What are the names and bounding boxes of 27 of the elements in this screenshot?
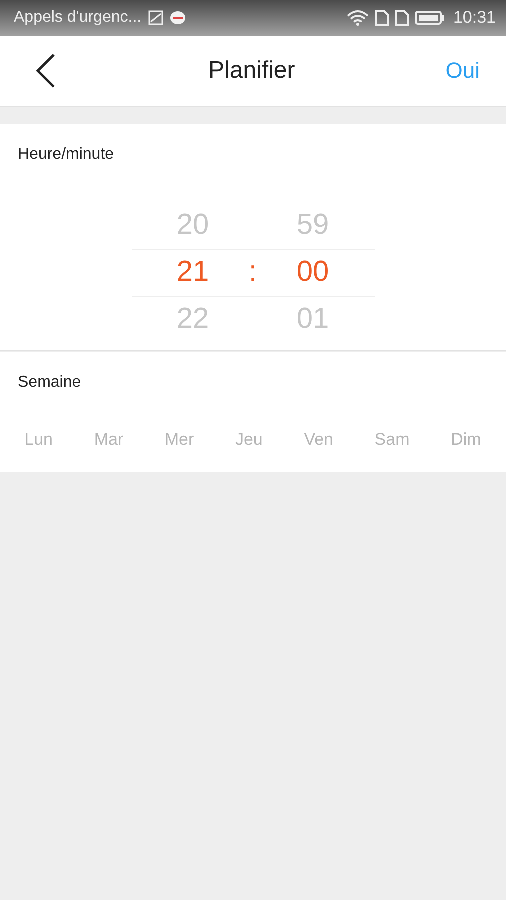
minute-option[interactable]: 01	[296, 296, 330, 343]
minute-option[interactable]: 59	[296, 202, 330, 249]
section-label: Heure/minute	[17, 145, 116, 164]
notification-icon	[170, 11, 186, 25]
day-toggle[interactable]: Dim	[451, 430, 482, 450]
day-toggle[interactable]: Jeu	[235, 430, 263, 450]
day-toggle[interactable]: Ven	[304, 430, 334, 450]
back-icon[interactable]	[34, 53, 58, 89]
time-separator: :	[248, 255, 258, 290]
hour-option[interactable]: 20	[176, 202, 210, 249]
minute-option[interactable]: 00	[296, 249, 330, 296]
day-toggle[interactable]: Mar	[94, 430, 124, 450]
sim-icon	[395, 10, 410, 26]
image-icon	[148, 10, 164, 26]
confirm-button[interactable]: Oui	[446, 58, 480, 84]
day-toggle[interactable]: Sam	[374, 430, 410, 450]
clock-text: 10:31	[453, 8, 496, 28]
hour-option[interactable]: 21	[176, 249, 210, 296]
section-label: Semaine	[17, 373, 82, 392]
wifi-icon	[347, 10, 370, 26]
hour-option[interactable]: 22	[176, 296, 210, 343]
status-text: Appels d'urgenc...	[14, 9, 142, 27]
sim-icon	[375, 10, 390, 26]
day-toggle[interactable]: Lun	[24, 430, 54, 450]
day-toggle[interactable]: Mer	[164, 430, 194, 450]
screen-title: Planifier	[208, 57, 296, 85]
battery-icon	[415, 10, 446, 26]
